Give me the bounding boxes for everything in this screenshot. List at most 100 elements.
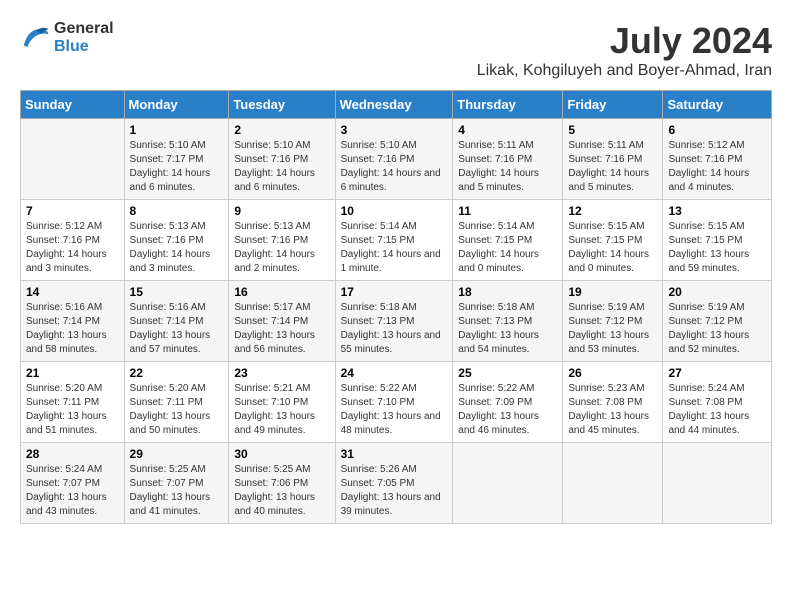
calendar-cell: 12 Sunrise: 5:15 AMSunset: 7:15 PMDayligh… [563,200,663,281]
calendar-week-row: 14 Sunrise: 5:16 AMSunset: 7:14 PMDayligh… [21,281,772,362]
day-info: Sunrise: 5:24 AMSunset: 7:08 PMDaylight:… [668,382,766,438]
calendar-cell: 25 Sunrise: 5:22 AMSunset: 7:09 PMDayligh… [453,362,563,443]
day-info: Sunrise: 5:25 AMSunset: 7:07 PMDaylight:… [130,463,224,519]
calendar-cell [663,443,772,524]
month-title: July 2024 [477,20,772,62]
calendar-cell: 5 Sunrise: 5:11 AMSunset: 7:16 PMDaylight… [563,119,663,200]
day-number: 18 [458,285,557,299]
calendar-cell: 26 Sunrise: 5:23 AMSunset: 7:08 PMDayligh… [563,362,663,443]
calendar-cell: 21 Sunrise: 5:20 AMSunset: 7:11 PMDayligh… [21,362,125,443]
day-number: 4 [458,123,557,137]
day-info: Sunrise: 5:10 AMSunset: 7:16 PMDaylight:… [234,139,329,195]
calendar-cell [453,443,563,524]
day-info: Sunrise: 5:20 AMSunset: 7:11 PMDaylight:… [26,382,119,438]
day-number: 21 [26,366,119,380]
day-number: 1 [130,123,224,137]
day-info: Sunrise: 5:25 AMSunset: 7:06 PMDaylight:… [234,463,329,519]
day-info: Sunrise: 5:26 AMSunset: 7:05 PMDaylight:… [341,463,448,519]
day-info: Sunrise: 5:12 AMSunset: 7:16 PMDaylight:… [668,139,766,195]
calendar-cell: 24 Sunrise: 5:22 AMSunset: 7:10 PMDayligh… [335,362,453,443]
calendar-cell: 6 Sunrise: 5:12 AMSunset: 7:16 PMDaylight… [663,119,772,200]
calendar-cell: 3 Sunrise: 5:10 AMSunset: 7:16 PMDaylight… [335,119,453,200]
weekday-header: Thursday [453,91,563,119]
calendar-cell: 2Sunrise: 5:10 AMSunset: 7:16 PMDaylight… [229,119,335,200]
calendar-cell: 19Sunrise: 5:19 AMSunset: 7:12 PMDayligh… [563,281,663,362]
day-number: 30 [234,447,329,461]
logo-text: General Blue [54,20,114,56]
calendar-cell: 30 Sunrise: 5:25 AMSunset: 7:06 PMDayligh… [229,443,335,524]
calendar-week-row: 21 Sunrise: 5:20 AMSunset: 7:11 PMDayligh… [21,362,772,443]
day-info: Sunrise: 5:10 AMSunset: 7:16 PMDaylight:… [341,139,448,195]
calendar-cell: 15 Sunrise: 5:16 AMSunset: 7:14 PMDayligh… [124,281,229,362]
day-info: Sunrise: 5:15 AMSunset: 7:15 PMDaylight:… [568,220,657,276]
day-number: 28 [26,447,119,461]
day-number: 16 [234,285,329,299]
weekday-header: Tuesday [229,91,335,119]
day-info: Sunrise: 5:11 AMSunset: 7:16 PMDaylight:… [568,139,657,195]
calendar-cell: 28Sunrise: 5:24 AMSunset: 7:07 PMDayligh… [21,443,125,524]
calendar-cell: 20 Sunrise: 5:19 AMSunset: 7:12 PMDayligh… [663,281,772,362]
weekday-header: Monday [124,91,229,119]
day-number: 6 [668,123,766,137]
day-info: Sunrise: 5:16 AMSunset: 7:14 PMDaylight:… [26,301,119,357]
weekday-header: Wednesday [335,91,453,119]
day-info: Sunrise: 5:18 AMSunset: 7:13 PMDaylight:… [458,301,557,357]
day-info: Sunrise: 5:21 AMSunset: 7:10 PMDaylight:… [234,382,329,438]
calendar-cell: 18 Sunrise: 5:18 AMSunset: 7:13 PMDayligh… [453,281,563,362]
day-number: 31 [341,447,448,461]
day-number: 19 [568,285,657,299]
logo-icon [20,23,50,53]
day-info: Sunrise: 5:19 AMSunset: 7:12 PMDaylight:… [668,301,766,357]
calendar-cell: 8Sunrise: 5:13 AMSunset: 7:16 PMDaylight… [124,200,229,281]
weekday-header: Friday [563,91,663,119]
calendar-week-row: 7 Sunrise: 5:12 AMSunset: 7:16 PMDaylight… [21,200,772,281]
day-info: Sunrise: 5:16 AMSunset: 7:14 PMDaylight:… [130,301,224,357]
day-info: Sunrise: 5:14 AMSunset: 7:15 PMDaylight:… [458,220,557,276]
day-info: Sunrise: 5:14 AMSunset: 7:15 PMDaylight:… [341,220,448,276]
calendar-cell: 13 Sunrise: 5:15 AMSunset: 7:15 PMDayligh… [663,200,772,281]
calendar-cell: 11 Sunrise: 5:14 AMSunset: 7:15 PMDayligh… [453,200,563,281]
day-number: 20 [668,285,766,299]
day-number: 3 [341,123,448,137]
page-header: General Blue July 2024 Likak, Kohgiluyeh… [20,20,772,80]
day-number: 24 [341,366,448,380]
logo: General Blue [20,20,114,56]
calendar-cell: 16Sunrise: 5:17 AMSunset: 7:14 PMDayligh… [229,281,335,362]
day-number: 14 [26,285,119,299]
day-number: 15 [130,285,224,299]
day-number: 26 [568,366,657,380]
calendar-cell: 22 Sunrise: 5:20 AMSunset: 7:11 PMDayligh… [124,362,229,443]
calendar-cell: 7 Sunrise: 5:12 AMSunset: 7:16 PMDaylight… [21,200,125,281]
weekday-header: Sunday [21,91,125,119]
day-number: 5 [568,123,657,137]
day-info: Sunrise: 5:22 AMSunset: 7:10 PMDaylight:… [341,382,448,438]
day-info: Sunrise: 5:15 AMSunset: 7:15 PMDaylight:… [668,220,766,276]
day-info: Sunrise: 5:18 AMSunset: 7:13 PMDaylight:… [341,301,448,357]
day-info: Sunrise: 5:20 AMSunset: 7:11 PMDaylight:… [130,382,224,438]
day-info: Sunrise: 5:12 AMSunset: 7:16 PMDaylight:… [26,220,119,276]
day-number: 27 [668,366,766,380]
day-number: 22 [130,366,224,380]
calendar-table: SundayMondayTuesdayWednesdayThursdayFrid… [20,90,772,524]
day-number: 29 [130,447,224,461]
calendar-cell: 10 Sunrise: 5:14 AMSunset: 7:15 PMDayligh… [335,200,453,281]
day-number: 13 [668,204,766,218]
day-number: 12 [568,204,657,218]
calendar-week-row: 28Sunrise: 5:24 AMSunset: 7:07 PMDayligh… [21,443,772,524]
day-info: Sunrise: 5:13 AMSunset: 7:16 PMDaylight:… [130,220,224,276]
day-number: 11 [458,204,557,218]
calendar-cell: 29 Sunrise: 5:25 AMSunset: 7:07 PMDayligh… [124,443,229,524]
calendar-week-row: 1Sunrise: 5:10 AMSunset: 7:17 PMDaylight… [21,119,772,200]
day-info: Sunrise: 5:22 AMSunset: 7:09 PMDaylight:… [458,382,557,438]
calendar-cell: 9Sunrise: 5:13 AMSunset: 7:16 PMDaylight… [229,200,335,281]
calendar-cell [21,119,125,200]
day-number: 9 [234,204,329,218]
day-number: 25 [458,366,557,380]
day-number: 10 [341,204,448,218]
calendar-cell: 31 Sunrise: 5:26 AMSunset: 7:05 PMDayligh… [335,443,453,524]
calendar-cell: 1Sunrise: 5:10 AMSunset: 7:17 PMDaylight… [124,119,229,200]
calendar-cell: 4Sunrise: 5:11 AMSunset: 7:16 PMDaylight… [453,119,563,200]
day-info: Sunrise: 5:23 AMSunset: 7:08 PMDaylight:… [568,382,657,438]
day-number: 7 [26,204,119,218]
calendar-cell: 23Sunrise: 5:21 AMSunset: 7:10 PMDayligh… [229,362,335,443]
